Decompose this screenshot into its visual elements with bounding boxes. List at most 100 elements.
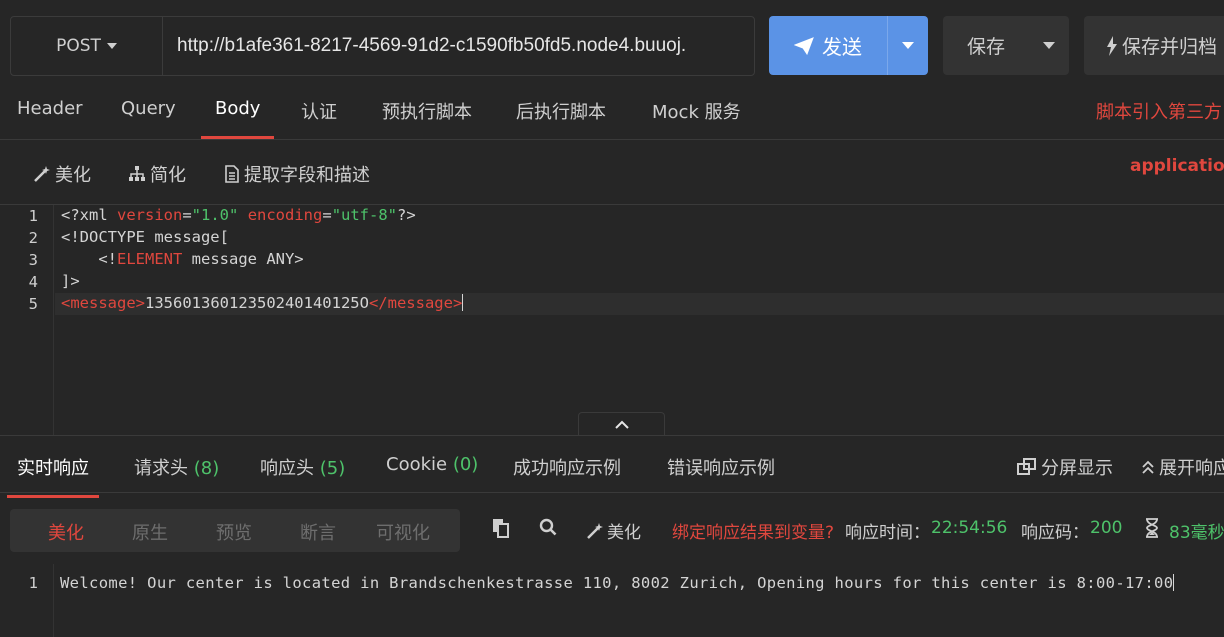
tab-header[interactable]: Header bbox=[17, 98, 83, 138]
save-button[interactable]: 保存 bbox=[943, 16, 1029, 75]
tab-mock[interactable]: Mock 服务 bbox=[652, 98, 741, 138]
view-preview[interactable]: 预览 bbox=[216, 519, 252, 545]
hourglass-icon bbox=[1146, 518, 1158, 538]
line-number: 1 bbox=[28, 207, 38, 225]
send-options-button[interactable] bbox=[887, 16, 928, 75]
code-token: <message> bbox=[61, 294, 145, 312]
simplify-label: 简化 bbox=[150, 165, 186, 186]
tab-request-headers[interactable]: 请求头 (8) bbox=[134, 454, 219, 480]
tab-post-script[interactable]: 后执行脚本 bbox=[516, 98, 606, 138]
tab-pre-script[interactable]: 预执行脚本 bbox=[382, 98, 472, 138]
document-icon bbox=[225, 165, 239, 183]
extract-fields-label: 提取字段和描述 bbox=[244, 165, 370, 186]
tab-body[interactable]: Body bbox=[200, 98, 276, 139]
code-token: <?xml bbox=[61, 206, 117, 224]
expand-response-label: 展开响应 bbox=[1159, 458, 1224, 479]
code-token: = bbox=[182, 206, 192, 224]
code-token: version bbox=[117, 206, 183, 224]
response-beautify-button[interactable]: 美化 bbox=[586, 518, 641, 543]
line-number: 3 bbox=[28, 251, 38, 269]
bind-response-link[interactable]: 绑定响应结果到变量? bbox=[672, 518, 834, 543]
chevron-down-icon bbox=[106, 43, 117, 49]
text-cursor bbox=[462, 294, 464, 311]
view-assert[interactable]: 断言 bbox=[300, 519, 336, 545]
response-code-label: 响应码： bbox=[1021, 523, 1089, 543]
method-label: POST bbox=[56, 36, 101, 56]
send-button-group: 发送 bbox=[769, 16, 928, 75]
paper-plane-icon bbox=[794, 36, 814, 55]
double-chevron-up-icon bbox=[1142, 460, 1154, 474]
search-icon[interactable] bbox=[539, 518, 557, 536]
line-number: 4 bbox=[28, 273, 38, 291]
save-and-archive-button[interactable]: 保存并归档 bbox=[1084, 16, 1224, 75]
third-party-script-link[interactable]: 脚本引入第三方 bbox=[1096, 98, 1222, 124]
chevron-down-icon bbox=[1043, 42, 1055, 49]
code-line: <!DOCTYPE message[ bbox=[61, 228, 229, 246]
content-type-label[interactable]: application bbox=[1130, 156, 1224, 176]
view-raw[interactable]: 原生 bbox=[132, 519, 168, 545]
tab-error-example[interactable]: 错误响应示例 bbox=[667, 454, 775, 480]
extract-fields-button[interactable]: 提取字段和描述 bbox=[224, 161, 370, 187]
code-line: ]> bbox=[61, 272, 80, 290]
code-line: <!ELEMENT message ANY> bbox=[61, 250, 304, 268]
view-visualize[interactable]: 可视化 bbox=[376, 519, 430, 545]
tab-live-response[interactable]: 实时响应 bbox=[7, 454, 99, 498]
split-view-label: 分屏显示 bbox=[1041, 458, 1113, 479]
count-badge: (8) bbox=[193, 458, 220, 479]
code-token: "1.0" bbox=[191, 206, 239, 224]
tab-cookie[interactable]: Cookie (0) bbox=[386, 454, 478, 475]
url-input[interactable]: http://b1afe361-8217-4569-91d2-c1590fb50… bbox=[163, 17, 754, 75]
sitemap-icon bbox=[129, 166, 145, 181]
view-beautify[interactable]: 美化 bbox=[48, 519, 84, 545]
tab-response-headers[interactable]: 响应头 (5) bbox=[260, 454, 345, 480]
save-options-button[interactable] bbox=[1029, 16, 1069, 75]
code-token: ?> bbox=[397, 206, 416, 224]
body-toolbar: 美化 简化 提取字段和描述 application bbox=[0, 141, 1224, 205]
code-line: <message>13560136012350240140125O</messa… bbox=[61, 294, 464, 312]
count-badge: (5) bbox=[319, 458, 346, 479]
text-cursor bbox=[1173, 574, 1175, 591]
split-view-button[interactable]: 分屏显示 bbox=[1017, 454, 1113, 480]
magic-wand-icon bbox=[34, 166, 50, 182]
simplify-button[interactable]: 简化 bbox=[128, 161, 186, 187]
response-time-value: 22:54:56 bbox=[931, 518, 1008, 538]
method-select[interactable]: POST bbox=[11, 17, 163, 75]
collapse-editor-button[interactable] bbox=[578, 412, 665, 436]
response-toolbar: 美化 原生 预览 断言 可视化 美化 绑定响应结果到变量? 响应时间： 22:5… bbox=[0, 494, 1224, 564]
tab-label: 请求头 bbox=[134, 458, 188, 479]
response-tabs: 实时响应 请求头 (8) 响应头 (5) Cookie (0) 成功响应示例 错… bbox=[0, 435, 1224, 498]
code-token: ELEMENT bbox=[117, 250, 183, 268]
response-view-switcher: 美化 原生 预览 断言 可视化 bbox=[10, 509, 460, 552]
save-button-group: 保存 bbox=[943, 16, 1069, 75]
response-body-viewer[interactable]: 1 Welcome! Our center is located in Bran… bbox=[0, 564, 1224, 637]
expand-response-button[interactable]: 展开响应 bbox=[1141, 454, 1224, 480]
code-token: = bbox=[322, 206, 332, 224]
tab-success-example[interactable]: 成功响应示例 bbox=[513, 454, 621, 480]
tab-query[interactable]: Query bbox=[121, 98, 176, 138]
tab-auth[interactable]: 认证 bbox=[301, 98, 337, 138]
request-body-editor[interactable]: 1 2 3 4 5 <?xml version="1.0" encoding="… bbox=[0, 205, 1224, 435]
copy-icon[interactable] bbox=[492, 518, 510, 538]
magic-wand-icon bbox=[587, 522, 603, 539]
lightning-icon bbox=[1107, 35, 1117, 56]
line-number: 2 bbox=[28, 229, 38, 247]
beautify-button[interactable]: 美化 bbox=[33, 161, 91, 187]
response-beautify-label: 美化 bbox=[607, 523, 641, 543]
send-button[interactable]: 发送 bbox=[769, 16, 887, 75]
split-window-icon bbox=[1017, 458, 1036, 475]
response-text: Welcome! Our center is located in Brands… bbox=[60, 574, 1174, 592]
response-duration: 83毫秒 bbox=[1169, 523, 1224, 543]
request-tabs: Header Query Body 认证 预执行脚本 后执行脚本 Mock 服务… bbox=[0, 90, 1224, 140]
url-input-group: POST http://b1afe361-8217-4569-91d2-c159… bbox=[10, 16, 755, 76]
code-line: <?xml version="1.0" encoding="utf-8"?> bbox=[61, 206, 416, 224]
tab-label: 响应头 bbox=[260, 458, 314, 479]
code-token: 13560136012350240140125O bbox=[145, 294, 369, 312]
code-token: "utf-8" bbox=[331, 206, 398, 224]
line-number: 1 bbox=[28, 574, 38, 592]
request-bar: POST http://b1afe361-8217-4569-91d2-c159… bbox=[0, 0, 1224, 90]
tab-label: Cookie bbox=[386, 454, 448, 475]
code-token: message ANY> bbox=[182, 250, 304, 268]
line-number: 5 bbox=[28, 295, 38, 313]
